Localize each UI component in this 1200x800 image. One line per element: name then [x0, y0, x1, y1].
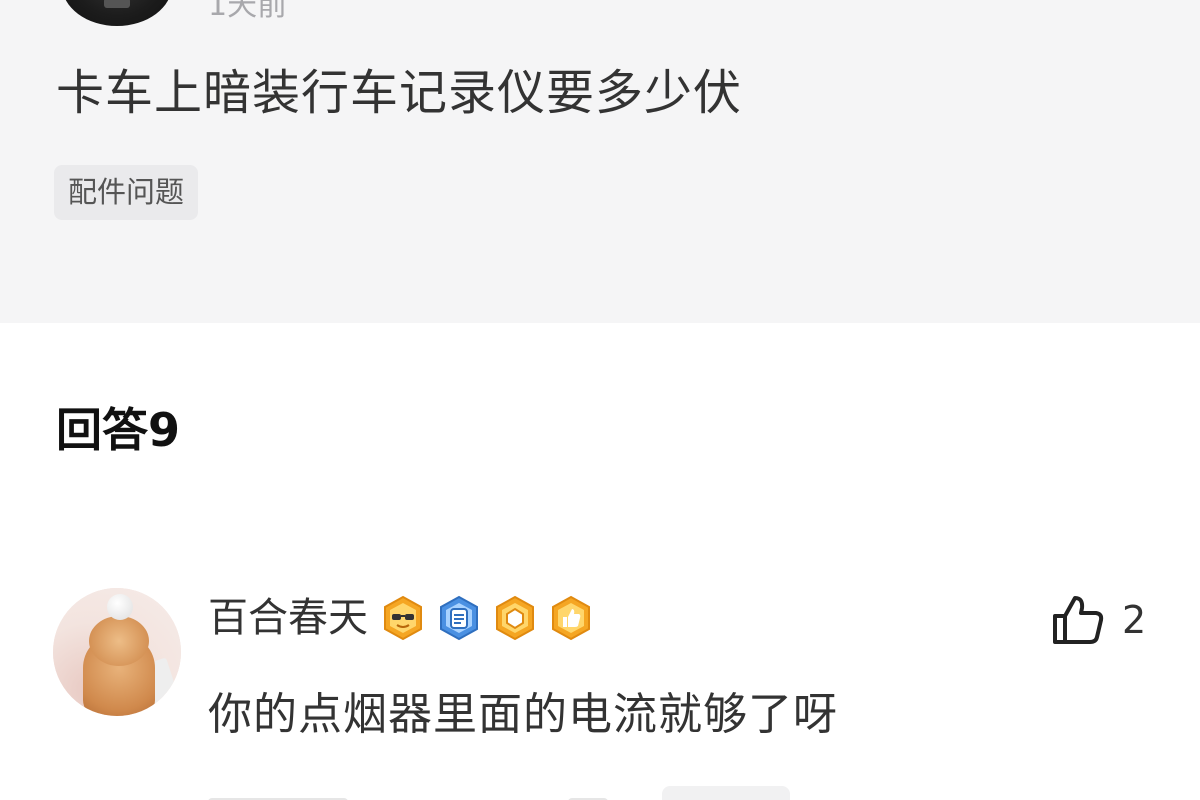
- cutoff-pill[interactable]: [662, 786, 790, 800]
- answer-item: 百合春天 2 你的点烟器里面的电流就够了呀: [0, 580, 1200, 800]
- question-card: 1天前 卡车上暗装行车记录仪要多少伏 配件问题: [0, 0, 1200, 323]
- user-name-row: 百合春天: [208, 588, 604, 648]
- like-count: 2: [1122, 598, 1147, 642]
- like-control[interactable]: 2: [1050, 590, 1146, 650]
- avatar-detail: [104, 0, 130, 8]
- sunglasses-badge-icon[interactable]: [380, 595, 426, 641]
- asker-avatar[interactable]: [62, 0, 172, 26]
- answer-meta-cutoff: [208, 786, 808, 800]
- avatar-ball: [107, 594, 133, 620]
- answers-header: 回答9: [56, 403, 181, 457]
- thumbs-up-icon[interactable]: [1050, 592, 1106, 648]
- user-avatar[interactable]: [53, 588, 181, 716]
- avatar-cat-head: [89, 616, 149, 666]
- question-tag[interactable]: 配件问题: [54, 165, 199, 220]
- answer-text: 你的点烟器里面的电流就够了呀: [208, 689, 838, 740]
- post-time: 1天前: [208, 0, 288, 23]
- hexagon-badge-icon[interactable]: [492, 595, 538, 641]
- question-title: 卡车上暗装行车记录仪要多少伏: [56, 65, 743, 121]
- question-page: 1天前 卡车上暗装行车记录仪要多少伏 配件问题 回答9 百合春天 2 你的点烟器…: [0, 0, 1200, 800]
- thumbs-up-badge-icon[interactable]: [548, 595, 594, 641]
- user-name[interactable]: 百合春天: [208, 588, 368, 648]
- document-badge-icon[interactable]: [436, 595, 482, 641]
